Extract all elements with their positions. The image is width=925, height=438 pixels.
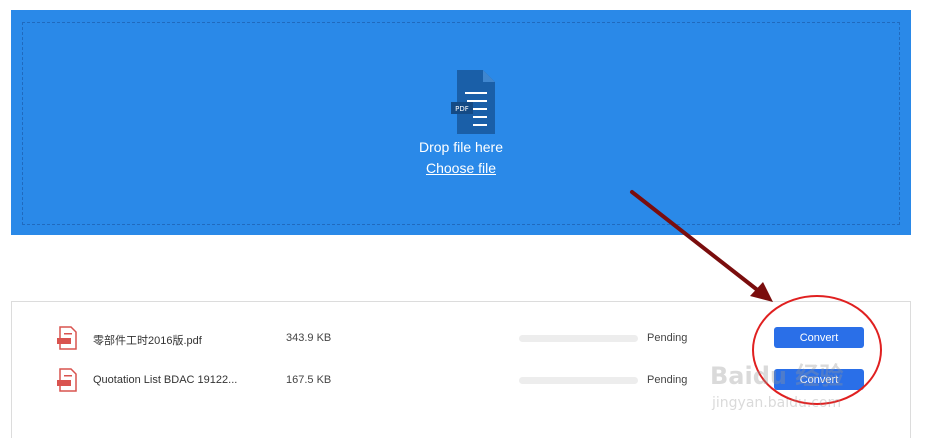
progress-bar	[519, 335, 638, 342]
watermark-logo: Baidu 经验	[710, 362, 844, 390]
progress-bar	[519, 377, 638, 384]
converter-page: PDF Drop file here Choose file 零部件工时2016…	[0, 0, 925, 438]
annotation-arrow-head	[750, 282, 773, 302]
choose-file-link[interactable]: Choose file	[426, 160, 496, 176]
status-label: Pending	[647, 374, 688, 386]
convert-button[interactable]: Convert	[774, 327, 864, 348]
drop-zone[interactable]: PDF Drop file here Choose file	[11, 10, 911, 235]
file-size: 167.5 KB	[286, 374, 332, 386]
drop-file-label: Drop file here	[418, 139, 504, 155]
pdf-file-icon	[57, 326, 77, 350]
file-name: Quotation List BDAC 19122...	[93, 374, 238, 386]
pdf-document-icon: PDF	[451, 70, 495, 134]
file-name: 零部件工时2016版.pdf	[93, 335, 202, 347]
file-size: 343.9 KB	[286, 332, 332, 344]
pdf-file-icon	[57, 368, 77, 392]
pdf-badge-label: PDF	[455, 105, 469, 113]
watermark-url: jingyan.baidu.com	[712, 395, 842, 411]
status-label: Pending	[647, 332, 688, 344]
file-row: 零部件工时2016版.pdf 343.9 KB Pending Convert	[12, 320, 910, 360]
